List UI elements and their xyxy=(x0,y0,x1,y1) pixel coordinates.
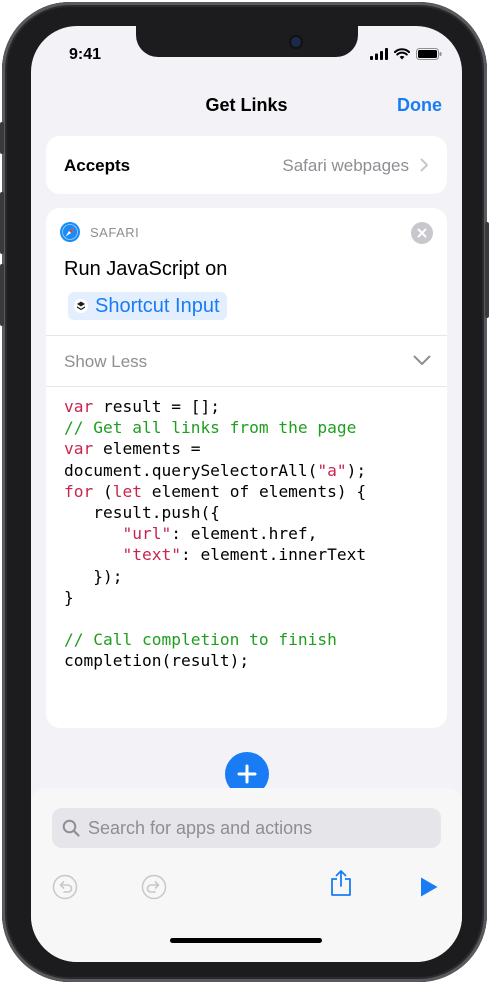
code-line: }); xyxy=(64,566,123,586)
action-title: Run JavaScript on xyxy=(64,258,228,280)
action-search-panel: Search for apps and actions xyxy=(31,788,462,962)
plus-icon xyxy=(237,764,257,784)
run-shortcut-button[interactable] xyxy=(416,874,442,900)
code-line: document.querySelectorAll("a"); xyxy=(64,460,367,480)
divider xyxy=(46,386,447,387)
play-icon xyxy=(421,877,438,897)
accepts-value: Safari webpages xyxy=(282,156,409,175)
done-button[interactable]: Done xyxy=(397,95,442,116)
layers-icon xyxy=(74,299,88,313)
show-less-button[interactable]: Show Less xyxy=(64,352,147,372)
code-line: // Get all links from the page xyxy=(64,418,357,438)
action-app-header: SAFARI xyxy=(60,222,139,242)
cellular-signal-icon xyxy=(370,48,388,60)
code-line: } xyxy=(64,587,74,607)
undo-icon xyxy=(52,874,78,900)
undo-button[interactable] xyxy=(52,874,78,900)
search-placeholder: Search for apps and actions xyxy=(88,817,313,838)
share-icon xyxy=(331,870,351,896)
code-line: for (let element of elements) { xyxy=(64,481,367,501)
phone-frame: 9:41 Get Links Done Accepts Safari webpa… xyxy=(0,2,489,982)
close-icon xyxy=(417,228,427,238)
code-line: completion(result); xyxy=(64,651,250,671)
volume-down-button xyxy=(0,264,4,326)
token-label: Shortcut Input xyxy=(95,294,220,317)
safari-icon xyxy=(60,222,80,242)
share-button[interactable] xyxy=(328,870,354,896)
search-icon xyxy=(62,819,80,837)
front-camera xyxy=(291,37,301,47)
code-line: // Call completion to finish xyxy=(64,630,337,650)
status-icons xyxy=(370,48,442,60)
javascript-code-editor[interactable]: var result = []; // Get all links from t… xyxy=(64,396,366,672)
run-javascript-action: SAFARI Run JavaScript on Shortcut Input … xyxy=(46,208,447,728)
chevron-down-icon[interactable] xyxy=(413,355,431,366)
code-line: var elements = xyxy=(64,439,201,459)
accepts-row[interactable]: Accepts Safari webpages xyxy=(46,136,447,194)
code-line: var result = []; xyxy=(64,397,220,416)
action-app-label: SAFARI xyxy=(90,224,140,240)
power-button xyxy=(485,222,489,318)
volume-up-button xyxy=(0,192,4,254)
divider xyxy=(46,335,447,336)
search-field[interactable]: Search for apps and actions xyxy=(52,808,441,848)
home-indicator xyxy=(170,938,322,943)
remove-action-button[interactable] xyxy=(411,222,433,244)
code-line: "url": element.href, xyxy=(122,524,318,544)
shortcut-input-token[interactable]: Shortcut Input xyxy=(68,292,227,320)
mute-switch xyxy=(0,122,4,154)
redo-button[interactable] xyxy=(141,874,167,900)
notch xyxy=(136,26,358,57)
battery-icon xyxy=(416,48,442,60)
chevron-right-icon xyxy=(420,158,428,172)
status-time: 9:41 xyxy=(69,46,102,63)
screen: 9:41 Get Links Done Accepts Safari webpa… xyxy=(31,26,462,962)
accepts-label: Accepts xyxy=(64,156,131,175)
redo-icon xyxy=(141,874,167,900)
wifi-icon xyxy=(394,48,410,60)
code-line: result.push({ xyxy=(64,503,220,523)
code-line: "text": element.innerText xyxy=(122,545,367,565)
